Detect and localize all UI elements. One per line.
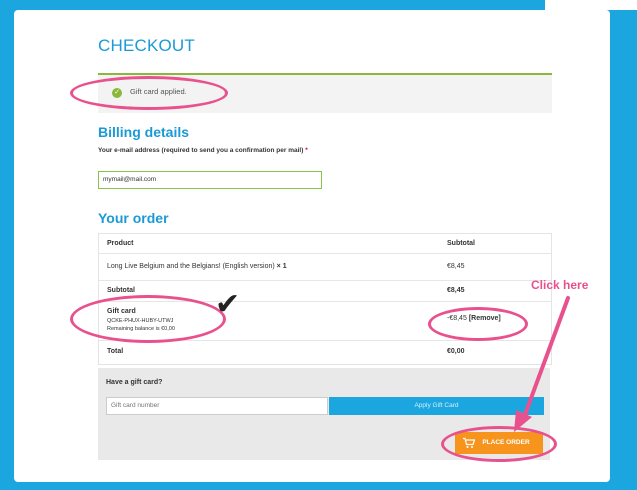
arrow-annotation bbox=[514, 296, 570, 432]
